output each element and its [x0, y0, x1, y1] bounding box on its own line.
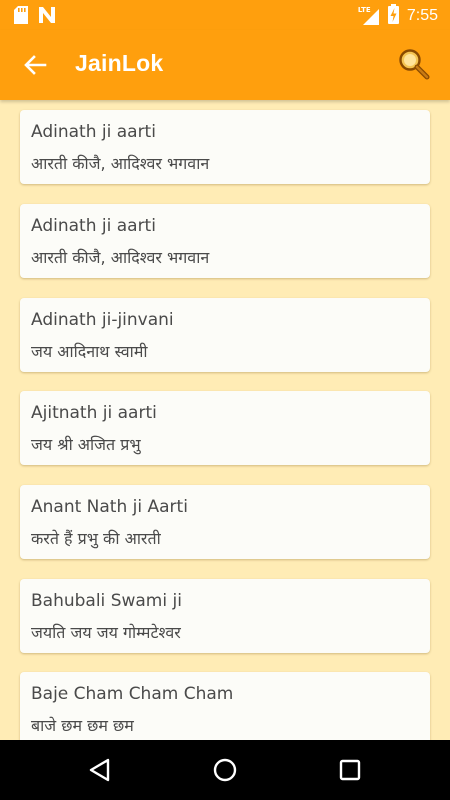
status-time: 7:55 [406, 7, 438, 24]
item-subtitle: जयति जय जय गोम्मटेश्वर [31, 623, 181, 642]
navigation-bar [0, 740, 450, 800]
status-bar: LTE 7:55 [0, 0, 450, 30]
item-title: Adinath ji-jinvani [31, 310, 174, 330]
arrow-back-icon [24, 55, 47, 75]
sd-card-icon [14, 6, 28, 28]
nav-back-button[interactable] [86, 756, 114, 784]
search-button[interactable] [397, 47, 433, 83]
list-item[interactable]: Adinath ji aarti आरती कीजै, आदिश्वर भगवा… [20, 204, 430, 278]
list-item[interactable]: Baje Cham Cham Cham बाजे छम छम छम [20, 672, 430, 740]
back-button[interactable] [20, 51, 50, 79]
list-item[interactable]: Bahubali Swami ji जयति जय जय गोम्मटेश्वर [20, 579, 430, 653]
signal-icon: LTE [358, 6, 380, 26]
aarti-list[interactable]: Adinath ji aarti आरती कीजै, आदिश्वर भगवा… [0, 100, 450, 740]
item-subtitle: आरती कीजै, आदिश्वर भगवान [31, 154, 210, 173]
item-title: Ajitnath ji aarti [31, 403, 157, 423]
list-item[interactable]: Adinath ji-jinvani जय आदिनाथ स्वामी [20, 298, 430, 372]
item-subtitle: जय श्री अजित प्रभु [31, 435, 141, 454]
item-title: Adinath ji aarti [31, 122, 156, 142]
item-subtitle: करते हैं प्रभु की आरती [31, 529, 161, 548]
nav-home-button[interactable] [211, 756, 239, 784]
item-title: Baje Cham Cham Cham [31, 684, 234, 704]
item-subtitle: बाजे छम छम छम [31, 716, 134, 735]
app-title: JainLok [75, 50, 164, 76]
app-bar: JainLok [0, 30, 450, 100]
home-circle-icon [213, 758, 237, 782]
item-title: Bahubali Swami ji [31, 591, 182, 611]
list-item[interactable]: Adinath ji aarti आरती कीजै, आदिश्वर भगवा… [20, 110, 430, 184]
recents-square-icon [339, 759, 361, 781]
battery-charging-icon [387, 4, 399, 28]
item-subtitle: आरती कीजै, आदिश्वर भगवान [31, 248, 210, 267]
item-subtitle: जय आदिनाथ स्वामी [31, 342, 148, 361]
back-triangle-icon [89, 758, 110, 782]
item-title: Adinath ji aarti [31, 216, 156, 236]
nav-recents-button[interactable] [336, 756, 364, 784]
item-title: Anant Nath ji Aarti [31, 497, 188, 517]
n-notification-icon [38, 6, 56, 28]
list-item[interactable]: Anant Nath ji Aarti करते हैं प्रभु की आर… [20, 485, 430, 559]
list-item[interactable]: Ajitnath ji aarti जय श्री अजित प्रभु [20, 391, 430, 465]
magnifier-icon [399, 49, 430, 80]
